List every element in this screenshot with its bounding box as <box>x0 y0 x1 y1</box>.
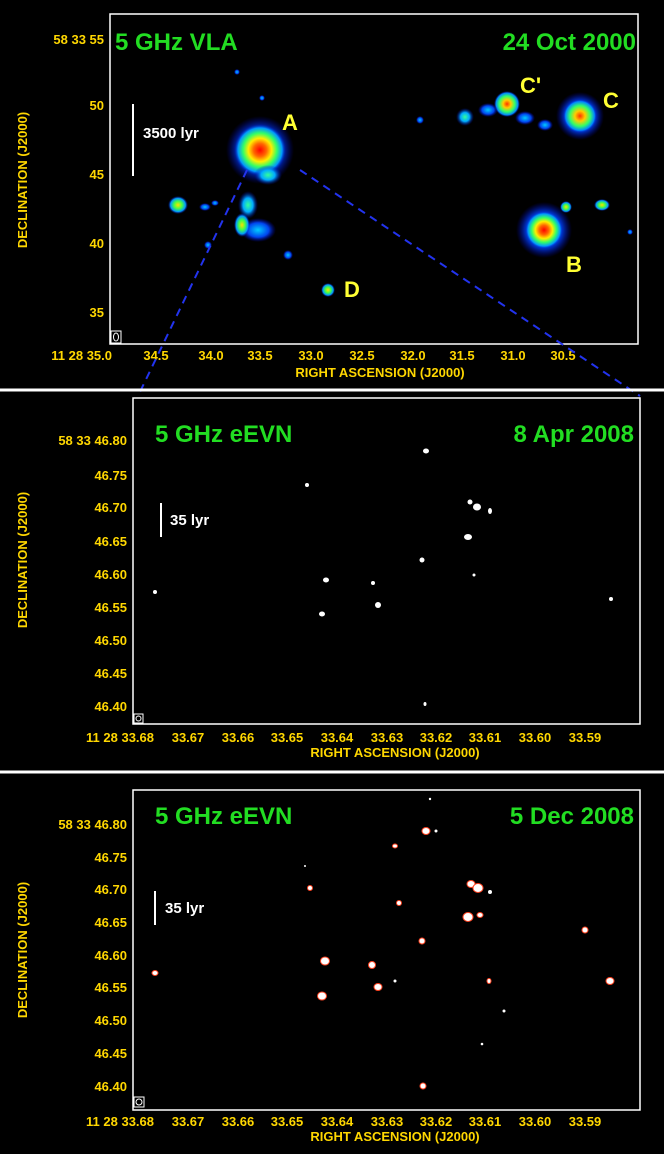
vla-scale-label: 3500 lyr <box>143 125 199 142</box>
y-tick-label: 46.45 <box>94 666 127 681</box>
x-tick-label: 33.67 <box>172 730 205 745</box>
y-tick-label: 46.70 <box>94 882 127 897</box>
y-tick-label: 58 33 46.80 <box>58 817 127 832</box>
evn-dec-x-axis: 11 28 33.68 33.67 33.66 33.65 33.64 33.6… <box>86 1114 601 1144</box>
vla-x-axis: 11 28 35.0 34.5 34.0 33.5 33.0 32.5 32.0… <box>51 348 575 380</box>
x-tick-label: 31.0 <box>500 348 525 363</box>
x-tick-label: 32.5 <box>349 348 374 363</box>
evn-apr-ylabel: DECLINATION (J2000) <box>15 492 30 628</box>
y-tick-label: 50 <box>90 98 104 113</box>
source-label-d: D <box>344 277 360 302</box>
x-tick-label: 11 28 35.0 <box>51 348 112 363</box>
x-tick-label: 11 28 33.68 <box>86 730 154 745</box>
vla-y-axis: 58 33 55 50 45 40 35 DECLINATION (J2000) <box>15 32 104 320</box>
evn-dec-ylabel: DECLINATION (J2000) <box>15 882 30 1018</box>
y-tick-label: 46.55 <box>94 980 127 995</box>
x-tick-label: 33.66 <box>222 730 255 745</box>
x-tick-label: 33.60 <box>519 730 552 745</box>
evn-dec-panel: 5 GHz eEVN 5 Dec 2008 35 lyr 58 33 46.80… <box>15 789 641 1144</box>
y-tick-label: 46.40 <box>94 1079 127 1094</box>
y-tick-label: 46.65 <box>94 534 127 549</box>
source-label-b: B <box>566 252 582 277</box>
vla-panel: A B C C' D 5 GHz VLA 24 Oct 2000 3500 ly… <box>15 13 639 380</box>
y-tick-label: 46.60 <box>94 567 127 582</box>
y-tick-label: 46.75 <box>94 468 127 483</box>
evn-dec-title-left: 5 GHz eEVN <box>155 803 292 830</box>
y-tick-label: 46.60 <box>94 948 127 963</box>
y-tick-label: 46.50 <box>94 1013 127 1028</box>
y-tick-label: 46.40 <box>94 699 127 714</box>
y-tick-label: 46.65 <box>94 915 127 930</box>
x-tick-label: 33.64 <box>321 730 354 745</box>
evn-dec-scale-label: 35 lyr <box>165 900 204 917</box>
x-tick-label: 11 28 33.68 <box>86 1114 154 1129</box>
vla-xlabel: RIGHT ASCENSION (J2000) <box>295 365 464 380</box>
source-label-c: C <box>603 88 619 113</box>
x-tick-label: 33.61 <box>469 730 502 745</box>
y-tick-label: 58 33 46.80 <box>58 433 127 448</box>
evn-apr-title-left: 5 GHz eEVN <box>155 421 292 448</box>
y-tick-label: 46.75 <box>94 850 127 865</box>
evn-dec-xlabel: RIGHT ASCENSION (J2000) <box>310 1129 479 1144</box>
vla-title-left: 5 GHz VLA <box>115 29 238 56</box>
x-tick-label: 33.63 <box>371 730 404 745</box>
vla-title-right: 24 Oct 2000 <box>503 29 636 56</box>
x-tick-label: 33.62 <box>420 1114 453 1129</box>
y-tick-label: 40 <box>90 236 104 251</box>
y-tick-label: 46.70 <box>94 500 127 515</box>
evn-apr-scale-label: 35 lyr <box>170 512 209 529</box>
y-tick-label: 45 <box>90 167 104 182</box>
x-tick-label: 33.63 <box>371 1114 404 1129</box>
figure-canvas: A B C C' D 5 GHz VLA 24 Oct 2000 3500 ly… <box>0 13 664 1144</box>
x-tick-label: 33.67 <box>172 1114 205 1129</box>
x-tick-label: 33.65 <box>271 1114 304 1129</box>
x-tick-label: 33.62 <box>420 730 453 745</box>
evn-apr-y-axis: 58 33 46.80 46.75 46.70 46.65 46.60 46.5… <box>15 433 127 714</box>
x-tick-label: 33.61 <box>469 1114 502 1129</box>
x-tick-label: 33.65 <box>271 730 304 745</box>
evn-apr-x-axis: 11 28 33.68 33.67 33.66 33.65 33.64 33.6… <box>86 730 601 760</box>
y-tick-label: 58 33 55 <box>53 32 104 47</box>
evn-apr-xlabel: RIGHT ASCENSION (J2000) <box>310 745 479 760</box>
x-tick-label: 33.64 <box>321 1114 354 1129</box>
x-tick-label: 33.66 <box>222 1114 255 1129</box>
y-tick-label: 35 <box>90 305 104 320</box>
x-tick-label: 32.0 <box>400 348 425 363</box>
evn-dec-plot-frame <box>132 789 641 1111</box>
source-label-a: A <box>282 110 298 135</box>
y-tick-label: 46.45 <box>94 1046 127 1061</box>
vla-ylabel: DECLINATION (J2000) <box>15 112 30 248</box>
evn-apr-panel: 5 GHz eEVN 8 Apr 2008 35 lyr 58 33 46.80 <box>15 397 641 760</box>
evn-dec-title-right: 5 Dec 2008 <box>510 803 634 830</box>
x-tick-label: 33.0 <box>298 348 323 363</box>
source-label-c-prime: C' <box>520 73 541 98</box>
x-tick-label: 31.5 <box>449 348 474 363</box>
x-tick-label: 33.60 <box>519 1114 552 1129</box>
y-tick-label: 46.55 <box>94 600 127 615</box>
y-tick-label: 46.50 <box>94 633 127 648</box>
x-tick-label: 33.59 <box>569 730 602 745</box>
evn-dec-y-axis: 58 33 46.80 46.75 46.70 46.65 46.60 46.5… <box>15 817 127 1094</box>
x-tick-label: 34.0 <box>198 348 223 363</box>
vla-plot-frame <box>109 13 639 345</box>
x-tick-label: 33.5 <box>247 348 272 363</box>
x-tick-label: 33.59 <box>569 1114 602 1129</box>
evn-apr-title-right: 8 Apr 2008 <box>513 421 634 448</box>
